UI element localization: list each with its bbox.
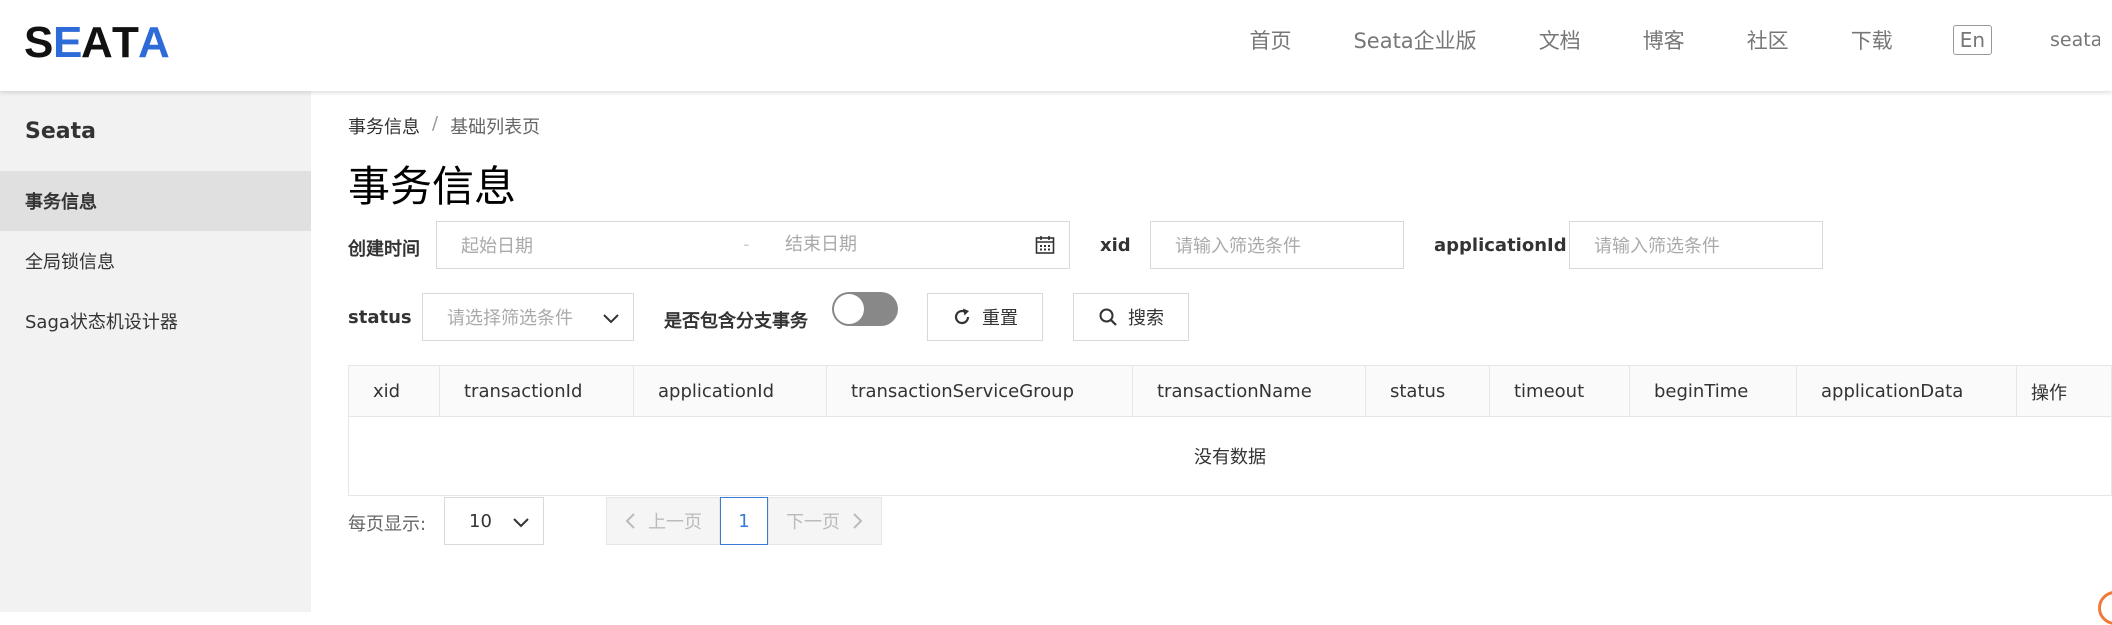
- nav-blog[interactable]: 博客: [1643, 25, 1685, 55]
- toggle-knob: [834, 294, 864, 324]
- breadcrumb-separator: /: [432, 113, 439, 134]
- column-header-timeout[interactable]: timeout: [1490, 366, 1630, 417]
- floating-help-icon[interactable]: [2098, 591, 2112, 625]
- svg-text:A: A: [138, 21, 170, 61]
- sidebar: Seata 事务信息 全局锁信息 Saga状态机设计器: [0, 91, 311, 612]
- svg-text:T: T: [112, 21, 139, 61]
- xid-input[interactable]: 请输入筛选条件: [1150, 221, 1404, 269]
- chevron-right-icon: [853, 513, 863, 529]
- chevron-down-icon: [511, 512, 531, 537]
- sidebar-item-saga-designer[interactable]: Saga状态机设计器: [0, 291, 311, 351]
- prev-page-button[interactable]: 上一页: [606, 497, 720, 545]
- page-number-1[interactable]: 1: [720, 497, 768, 545]
- column-header-status[interactable]: status: [1366, 366, 1490, 417]
- svg-text:S: S: [24, 21, 54, 61]
- pagination: 上一页 1 下一页: [606, 497, 882, 545]
- breadcrumb: 事务信息 / 基础列表页: [348, 113, 540, 139]
- top-navbar: S E A T A 首页 Seata企业版 文档 博客 社区 下载 En sea…: [0, 0, 2112, 91]
- include-branch-label: 是否包含分支事务: [664, 311, 808, 332]
- nav-docs[interactable]: 文档: [1539, 25, 1581, 55]
- end-date-input[interactable]: 结束日期: [785, 222, 857, 268]
- seata-logo[interactable]: S E A T A: [24, 20, 170, 62]
- column-header-application-data[interactable]: applicationData: [1797, 366, 2017, 417]
- sidebar-title: Seata: [25, 119, 96, 144]
- breadcrumb-parent[interactable]: 事务信息: [348, 113, 420, 139]
- page-size-label: 每页显示:: [348, 514, 427, 535]
- nav-enterprise[interactable]: Seata企业版: [1353, 25, 1476, 55]
- page-title: 事务信息: [348, 162, 517, 211]
- user-menu[interactable]: seata: [2050, 29, 2100, 51]
- start-date-input[interactable]: 起始日期: [461, 232, 533, 258]
- include-branch-toggle[interactable]: [832, 292, 898, 326]
- main-content: 事务信息 / 基础列表页 事务信息 创建时间 起始日期 - 结束日期 xid 请…: [348, 91, 2112, 625]
- column-header-xid[interactable]: xid: [349, 366, 440, 417]
- date-range-picker[interactable]: 起始日期 - 结束日期: [436, 221, 1070, 269]
- column-header-transaction-id[interactable]: transactionId: [440, 366, 634, 417]
- status-select-placeholder: 请选择筛选条件: [447, 308, 573, 329]
- page-size-select[interactable]: 10: [444, 497, 544, 545]
- search-button-label: 搜索: [1128, 308, 1164, 329]
- column-header-transaction-service-group[interactable]: transactionServiceGroup: [827, 366, 1133, 417]
- nav-download[interactable]: 下载: [1851, 25, 1893, 55]
- reset-button[interactable]: 重置: [927, 293, 1043, 341]
- sidebar-item-transaction-info[interactable]: 事务信息: [0, 171, 311, 231]
- calendar-icon[interactable]: [1035, 235, 1055, 260]
- nav-community[interactable]: 社区: [1747, 25, 1789, 55]
- application-id-label: applicationId: [1434, 235, 1567, 256]
- table-empty-state: 没有数据: [1194, 447, 1266, 468]
- page-size-value: 10: [469, 510, 492, 532]
- prev-page-label: 上一页: [648, 512, 702, 533]
- search-icon: [1099, 308, 1117, 326]
- column-header-transaction-name[interactable]: transactionName: [1133, 366, 1366, 417]
- svg-text:A: A: [81, 21, 113, 61]
- nav-home[interactable]: 首页: [1249, 25, 1291, 55]
- language-switch-button[interactable]: En: [1952, 25, 1992, 55]
- svg-text:E: E: [53, 21, 82, 61]
- search-button[interactable]: 搜索: [1073, 293, 1189, 341]
- reset-button-label: 重置: [982, 308, 1018, 329]
- column-header-begin-time[interactable]: beginTime: [1630, 366, 1797, 417]
- transactions-table: xid transactionId applicationId transact…: [348, 365, 2112, 496]
- breadcrumb-current: 基础列表页: [450, 117, 541, 138]
- next-page-label: 下一页: [786, 512, 840, 533]
- column-header-actions: 操作: [2031, 382, 2067, 404]
- create-time-label: 创建时间: [348, 239, 420, 260]
- sidebar-item-global-lock[interactable]: 全局锁信息: [0, 231, 311, 291]
- status-select[interactable]: 请选择筛选条件: [422, 293, 634, 341]
- application-id-input[interactable]: 请输入筛选条件: [1569, 221, 1823, 269]
- xid-label: xid: [1100, 235, 1131, 256]
- chevron-left-icon: [625, 513, 635, 529]
- column-header-application-id[interactable]: applicationId: [634, 366, 827, 417]
- chevron-down-icon: [601, 308, 621, 333]
- logo-icon: S E A T A: [24, 21, 170, 61]
- refresh-icon: [954, 308, 970, 325]
- table-header: xid transactionId applicationId transact…: [349, 366, 2111, 417]
- main-nav: 首页 Seata企业版 文档 博客 社区 下载 En seata: [1187, 0, 2100, 80]
- status-label: status: [348, 307, 412, 328]
- next-page-button[interactable]: 下一页: [768, 497, 882, 545]
- date-range-separator: -: [743, 234, 750, 255]
